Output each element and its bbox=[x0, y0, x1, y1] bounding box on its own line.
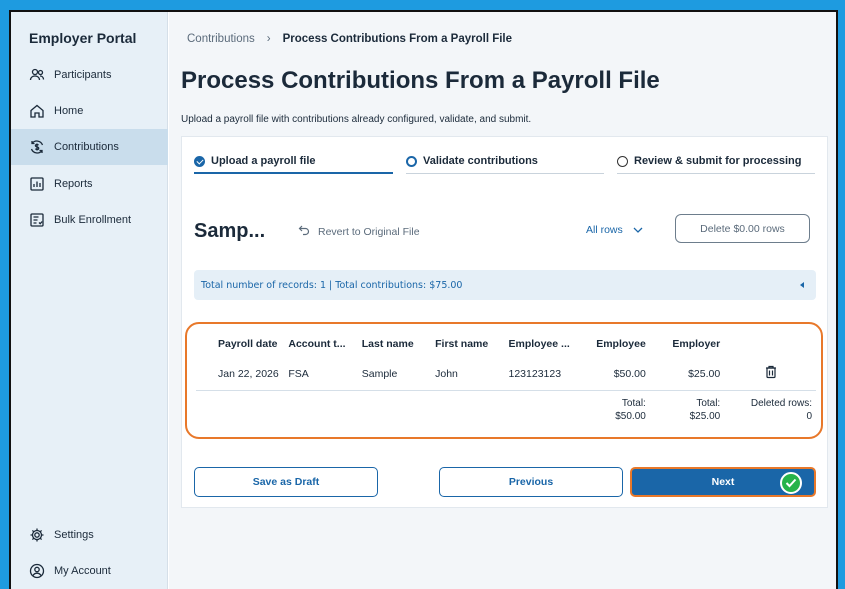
step-complete-icon bbox=[194, 155, 205, 167]
checkmark-icon bbox=[780, 472, 802, 494]
contributions-card: Upload a payroll file Validate contribut… bbox=[181, 136, 828, 508]
chevron-down-icon bbox=[633, 224, 643, 236]
cell-employer-amount: $25.00 bbox=[649, 358, 725, 391]
home-icon bbox=[29, 103, 45, 119]
page-subtitle: Upload a payroll file with contributions… bbox=[181, 114, 532, 125]
column-header[interactable]: First name bbox=[431, 330, 504, 358]
table-row: Jan 22, 2026 FSA Sample John 123123123 $… bbox=[196, 358, 816, 391]
sidebar: Employer Portal Participants Home Contri… bbox=[11, 12, 168, 589]
cell-last-name: Sample bbox=[357, 358, 432, 391]
total-employee-value: $50.00 bbox=[615, 411, 646, 423]
cell-first-name: John bbox=[431, 358, 505, 391]
step-pending-icon bbox=[617, 155, 628, 167]
contributions-table-highlight: Payroll date Account t... Last name Firs… bbox=[185, 322, 823, 439]
cell-account-type: FSA bbox=[284, 358, 358, 391]
next-button[interactable]: Next bbox=[630, 467, 816, 497]
column-header[interactable]: Employee ... bbox=[505, 330, 592, 358]
sidebar-item-label: My Account bbox=[54, 565, 111, 577]
gear-icon bbox=[29, 527, 45, 543]
step-review[interactable]: Review & submit for processing bbox=[617, 149, 801, 173]
total-employee-label: Total: bbox=[621, 398, 646, 410]
step-label: Validate contributions bbox=[423, 155, 538, 167]
column-header[interactable]: Account t... bbox=[284, 330, 357, 358]
deleted-rows-value: 0 bbox=[806, 411, 812, 423]
summary-bar[interactable]: Total number of records: 1 | Total contr… bbox=[194, 270, 816, 300]
table-totals-row: Total: $50.00 Total: $25.00 Deleted rows… bbox=[196, 390, 816, 430]
deleted-rows: Deleted rows: 0 bbox=[724, 390, 816, 430]
table-header-row: Payroll date Account t... Last name Firs… bbox=[196, 330, 816, 358]
trash-icon[interactable] bbox=[764, 365, 778, 379]
save-draft-button[interactable]: Save as Draft bbox=[194, 467, 378, 497]
column-header[interactable]: Payroll date bbox=[196, 330, 284, 358]
step-review-underline bbox=[617, 173, 815, 174]
rows-filter-value: All rows bbox=[586, 224, 623, 236]
file-name: Samp... bbox=[194, 220, 266, 242]
step-label: Upload a payroll file bbox=[211, 155, 316, 167]
undo-icon bbox=[298, 224, 310, 239]
column-header[interactable]: Last name bbox=[358, 330, 431, 358]
column-header[interactable]: Employer bbox=[650, 330, 724, 358]
sidebar-item-bulk-enrollment[interactable]: Bulk Enrollment bbox=[11, 202, 168, 238]
breadcrumb: Contributions › Process Contributions Fr… bbox=[187, 33, 512, 45]
sidebar-item-home[interactable]: Home bbox=[11, 93, 168, 129]
main-content: Contributions › Process Contributions Fr… bbox=[169, 12, 836, 589]
total-employee: Total: $50.00 bbox=[591, 390, 650, 430]
sidebar-item-label: Home bbox=[54, 105, 84, 117]
cell-employee-amount: $50.00 bbox=[591, 358, 650, 391]
step-upload-underline bbox=[194, 172, 393, 174]
total-employer: Total: $25.00 bbox=[650, 390, 724, 430]
account-icon bbox=[29, 563, 45, 579]
page-title: Process Contributions From a Payroll Fil… bbox=[181, 67, 660, 94]
step-upload[interactable]: Upload a payroll file bbox=[194, 149, 316, 173]
sidebar-item-label: Contributions bbox=[54, 141, 119, 153]
cell-actions bbox=[724, 358, 816, 391]
column-header[interactable]: Employee bbox=[591, 330, 650, 358]
brand-title: Employer Portal bbox=[29, 30, 137, 46]
bulk-enrollment-icon bbox=[29, 212, 45, 228]
sidebar-item-settings[interactable]: Settings bbox=[11, 517, 168, 553]
step-validate[interactable]: Validate contributions bbox=[406, 149, 538, 173]
next-label: Next bbox=[711, 476, 735, 488]
breadcrumb-contributions[interactable]: Contributions bbox=[187, 33, 255, 45]
step-label: Review & submit for processing bbox=[634, 155, 802, 167]
step-validate-underline bbox=[406, 173, 604, 174]
sidebar-item-participants[interactable]: Participants bbox=[11, 57, 168, 93]
rows-filter-dropdown[interactable]: All rows bbox=[586, 224, 643, 236]
cell-payroll-date: Jan 22, 2026 bbox=[196, 358, 285, 391]
previous-button[interactable]: Previous bbox=[439, 467, 623, 497]
deleted-rows-label: Deleted rows: bbox=[750, 398, 812, 410]
breadcrumb-separator: › bbox=[266, 33, 271, 45]
people-icon bbox=[29, 67, 45, 83]
caret-left-icon[interactable] bbox=[800, 282, 804, 288]
sidebar-item-contributions[interactable]: Contributions bbox=[11, 129, 168, 165]
delete-zero-rows-button[interactable]: Delete $0.00 rows bbox=[675, 214, 810, 243]
total-employer-label: Total: bbox=[696, 398, 721, 410]
sidebar-item-label: Settings bbox=[54, 529, 94, 541]
sidebar-item-my-account[interactable]: My Account bbox=[11, 553, 168, 589]
dollar-cycle-icon bbox=[29, 139, 45, 155]
app-window: Employer Portal Participants Home Contri… bbox=[9, 10, 838, 589]
cell-employee-id: 123123123 bbox=[504, 358, 592, 391]
summary-text: Total number of records: 1 | Total contr… bbox=[201, 279, 463, 291]
sidebar-item-label: Bulk Enrollment bbox=[54, 214, 132, 226]
sidebar-item-reports[interactable]: Reports bbox=[11, 166, 168, 202]
contributions-table: Payroll date Account t... Last name Firs… bbox=[196, 330, 816, 430]
sidebar-item-label: Participants bbox=[54, 69, 112, 81]
breadcrumb-current: Process Contributions From a Payroll Fil… bbox=[282, 33, 513, 45]
step-current-icon bbox=[406, 155, 417, 167]
revert-button[interactable]: Revert to Original File bbox=[298, 224, 420, 239]
report-icon bbox=[29, 176, 45, 192]
column-header bbox=[724, 330, 816, 358]
revert-label: Revert to Original File bbox=[318, 225, 420, 238]
sidebar-item-label: Reports bbox=[54, 178, 93, 190]
total-employer-value: $25.00 bbox=[689, 411, 721, 423]
